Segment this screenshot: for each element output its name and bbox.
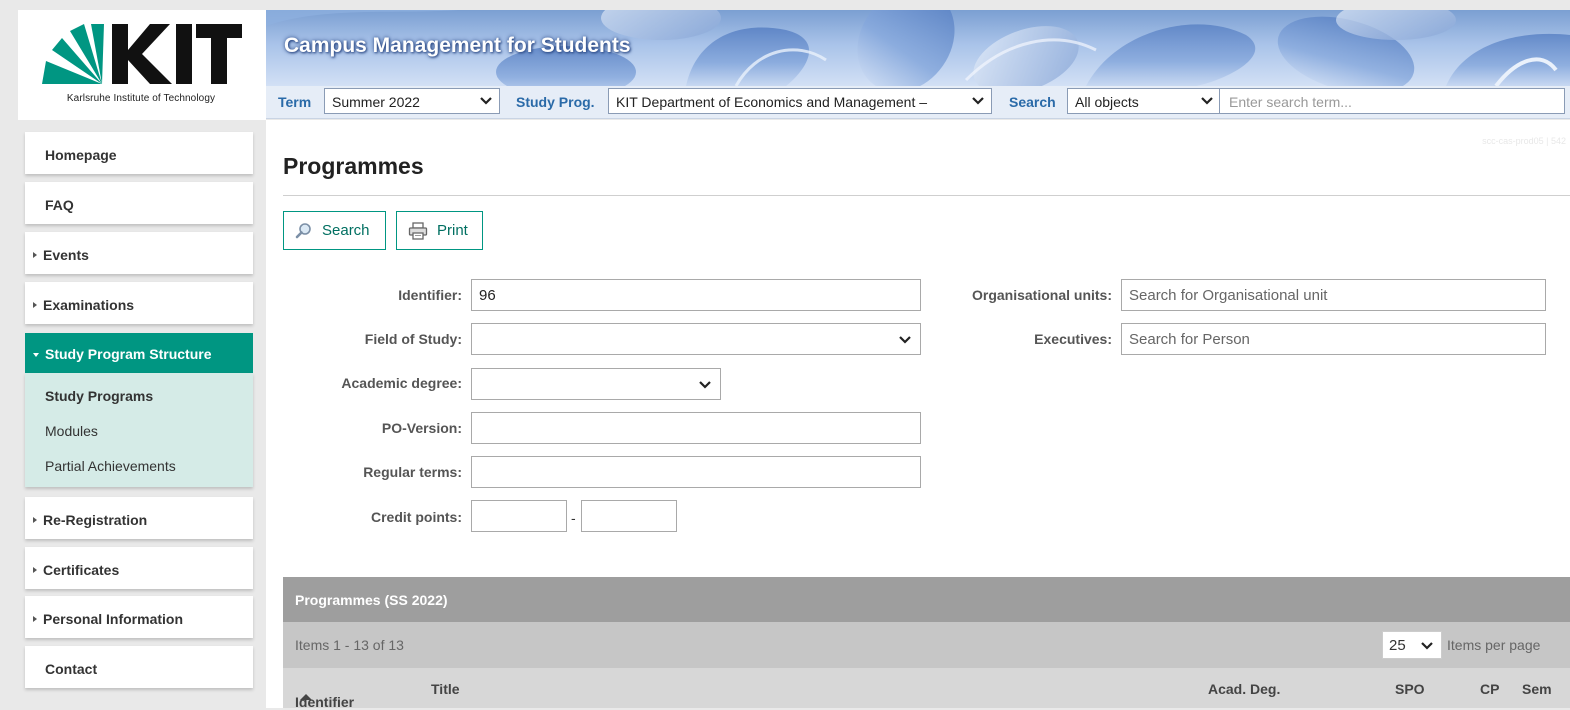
term-select-value: Summer 2022: [332, 94, 420, 110]
search-button-label: Search: [322, 222, 370, 239]
regular-terms-label: Regular terms:: [363, 464, 462, 480]
credit-points-label: Credit points:: [371, 509, 462, 525]
column-spo[interactable]: SPO: [1395, 681, 1425, 697]
global-search-placeholder: Enter search term...: [1229, 94, 1352, 110]
triangle-right-icon: [33, 517, 37, 523]
sidebar-subnav: Study Programs Modules Partial Achieveme…: [25, 373, 253, 487]
academic-degree-label: Academic degree:: [341, 375, 462, 391]
kit-logo-mark-icon: [42, 24, 242, 84]
sidebar-item-label: Events: [43, 247, 89, 263]
sidebar-item-contact[interactable]: Contact: [25, 646, 253, 688]
executives-input[interactable]: Search for Person: [1121, 323, 1546, 355]
sidebar-item-homepage[interactable]: Homepage: [25, 132, 253, 174]
sidebar-item-label: FAQ: [45, 197, 74, 213]
header-banner: Campus Management for Students: [266, 10, 1570, 86]
sidebar-item-study-program-structure[interactable]: Study Program Structure: [25, 333, 253, 373]
org-units-input[interactable]: Search for Organisational unit: [1121, 279, 1546, 311]
org-units-label: Organisational units:: [971, 287, 1112, 303]
table-column-header: Identifier Title Acad. Deg. SPO CP Sem: [283, 668, 1570, 710]
study-prog-select-value: KIT Department of Economics and Manageme…: [616, 94, 928, 110]
identifier-label: Identifier:: [398, 287, 462, 303]
global-search-input[interactable]: Enter search term...: [1219, 88, 1565, 114]
sidebar-item-personal-information[interactable]: Personal Information: [25, 596, 253, 638]
chevron-down-icon: [899, 336, 911, 344]
academic-degree-select[interactable]: [471, 368, 721, 400]
column-sem[interactable]: Sem: [1522, 681, 1552, 697]
triangle-right-icon: [33, 302, 37, 308]
sort-ascending-icon: [300, 694, 312, 700]
executives-placeholder: Search for Person: [1129, 331, 1250, 348]
items-per-page-label: Items per page: [1447, 637, 1541, 653]
po-version-label: PO-Version:: [381, 420, 462, 436]
study-prog-select[interactable]: KIT Department of Economics and Manageme…: [608, 88, 992, 114]
chevron-down-icon: [480, 97, 492, 105]
server-tag: scc-cas-prod05 | 542: [1482, 136, 1566, 146]
sidebar-item-label: Personal Information: [43, 611, 184, 627]
title-divider: [283, 195, 1570, 196]
org-units-placeholder: Search for Organisational unit: [1129, 287, 1328, 304]
subnav-item-study-programs[interactable]: Study Programs: [45, 388, 153, 404]
search-label: Search: [1009, 94, 1056, 110]
study-prog-label: Study Prog.: [516, 94, 595, 110]
search-button[interactable]: Search: [283, 211, 386, 250]
credit-points-separator: -: [571, 510, 576, 526]
search-scope-select[interactable]: All objects: [1067, 88, 1221, 114]
sidebar-item-label: Contact: [45, 661, 98, 677]
triangle-right-icon: [33, 616, 37, 622]
results-title: Programmes (SS 2022): [295, 592, 448, 608]
sidebar-item-faq[interactable]: FAQ: [25, 182, 253, 224]
print-button[interactable]: Print: [396, 211, 483, 250]
executives-label: Executives:: [1034, 331, 1112, 347]
sidebar-item-label: Certificates: [43, 562, 120, 578]
credit-points-to-input[interactable]: [581, 500, 677, 532]
column-acad-deg[interactable]: Acad. Deg.: [1208, 681, 1280, 697]
subnav-item-modules[interactable]: Modules: [45, 423, 98, 439]
column-cp[interactable]: CP: [1480, 681, 1499, 697]
items-per-page-value: 25: [1389, 637, 1406, 654]
triangle-right-icon: [33, 567, 37, 573]
page-title: Programmes: [283, 153, 424, 179]
logo-tagline: Karlsruhe Institute of Technology: [66, 93, 216, 104]
print-button-label: Print: [437, 222, 468, 239]
chevron-down-icon: [699, 381, 711, 389]
chevron-down-icon: [1421, 642, 1433, 650]
sidebar-item-label: Examinations: [43, 297, 135, 313]
top-search-bar: Term Summer 2022 Study Prog. KIT Departm…: [266, 86, 1570, 119]
sidebar-item-label: Homepage: [45, 147, 117, 163]
regular-terms-input[interactable]: [471, 456, 921, 488]
printer-icon: [408, 222, 428, 240]
subnav-item-partial-achievements[interactable]: Partial Achievements: [45, 458, 176, 474]
sidebar-item-examinations[interactable]: Examinations: [25, 282, 253, 324]
sidebar-item-label: Study Program Structure: [45, 346, 212, 362]
field-of-study-label: Field of Study:: [364, 331, 462, 347]
po-version-input[interactable]: [471, 412, 921, 444]
credit-points-from-input[interactable]: [471, 500, 567, 532]
chevron-down-icon: [1201, 97, 1213, 105]
results-pagination: Items 1 - 13 of 13 25 Items per page: [283, 622, 1570, 668]
triangle-right-icon: [33, 252, 37, 258]
search-scope-value: All objects: [1075, 94, 1139, 110]
column-title[interactable]: Title: [431, 681, 460, 697]
items-per-page-select[interactable]: 25: [1382, 631, 1442, 659]
kit-logo[interactable]: Karlsruhe Institute of Technology: [18, 10, 266, 120]
banner-title: Campus Management for Students: [284, 34, 631, 57]
term-select[interactable]: Summer 2022: [324, 88, 500, 114]
sidebar-item-events[interactable]: Events: [25, 232, 253, 274]
term-label: Term: [278, 94, 312, 110]
chevron-down-icon: [972, 97, 984, 105]
sidebar-item-label: Re-Registration: [43, 512, 148, 528]
identifier-input[interactable]: 96: [471, 279, 921, 311]
triangle-down-icon: [33, 353, 39, 357]
sidebar-item-re-registration[interactable]: Re-Registration: [25, 497, 253, 539]
magnifier-icon: [295, 223, 311, 239]
sidebar-item-certificates[interactable]: Certificates: [25, 547, 253, 589]
results-header: Programmes (SS 2022): [283, 577, 1570, 622]
items-count: Items 1 - 13 of 13: [295, 637, 404, 653]
main-content: scc-cas-prod05 | 542 Programmes Search P…: [266, 120, 1570, 710]
field-of-study-select[interactable]: [471, 323, 921, 355]
